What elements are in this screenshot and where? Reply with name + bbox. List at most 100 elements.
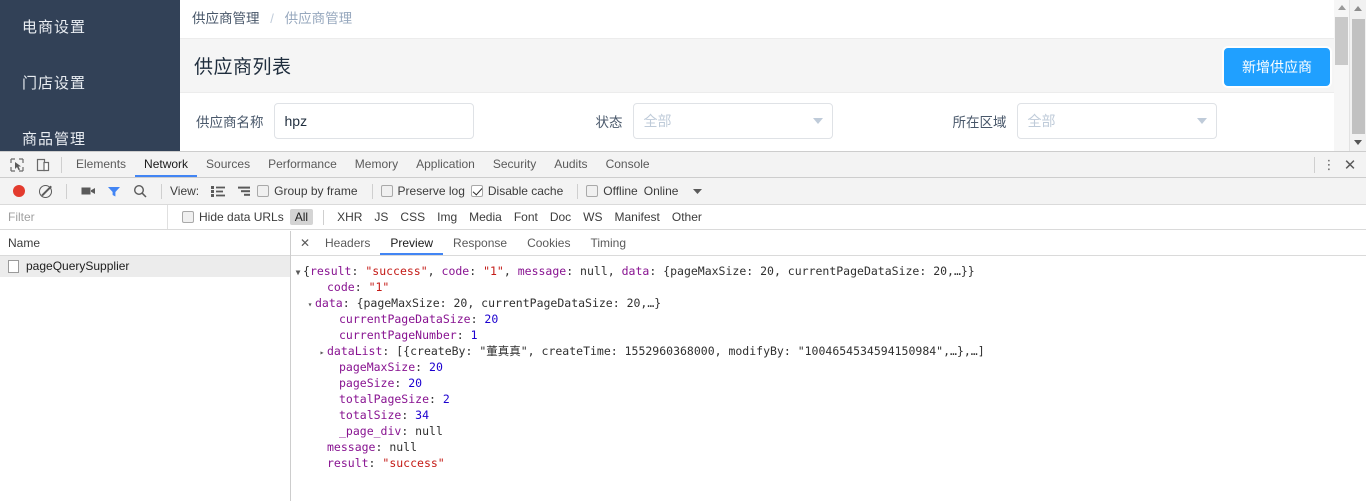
json-lines-container: code: "1" ▾ data: {pageMaxSize: 20, curren… bbox=[293, 279, 1366, 471]
json-key: totalSize bbox=[339, 408, 402, 422]
json-line[interactable]: currentPageNumber: 1 bbox=[293, 327, 1366, 343]
json-line[interactable]: _page_div: null bbox=[293, 423, 1366, 439]
preserve-log-checkbox[interactable]: Preserve log bbox=[380, 184, 465, 198]
offline-checkbox[interactable]: Offline bbox=[586, 184, 638, 198]
scroll-up-arrow-icon[interactable] bbox=[1338, 5, 1346, 10]
request-detail-pane: ✕ Headers Preview Response Cookies Timin… bbox=[291, 231, 1366, 501]
json-value: 20 bbox=[429, 360, 443, 374]
resource-type-js[interactable]: JS bbox=[369, 209, 393, 225]
resource-type-css[interactable]: CSS bbox=[395, 209, 430, 225]
throttling-chevron-down-icon[interactable] bbox=[684, 179, 710, 203]
tab-network[interactable]: Network bbox=[135, 152, 197, 177]
search-icon[interactable] bbox=[127, 179, 153, 203]
tab-console[interactable]: Console bbox=[597, 152, 659, 177]
sidebar-item-store-settings[interactable]: 门店设置 bbox=[0, 56, 180, 112]
toolbar-divider bbox=[66, 183, 67, 199]
json-line[interactable]: currentPageDataSize: 20 bbox=[293, 311, 1366, 327]
resource-type-manifest[interactable]: Manifest bbox=[610, 209, 665, 225]
close-detail-icon[interactable]: ✕ bbox=[295, 236, 315, 250]
json-value: "success" bbox=[365, 264, 428, 278]
supplier-name-input[interactable] bbox=[273, 103, 474, 139]
checkbox-icon bbox=[182, 211, 194, 223]
json-line[interactable]: message: null bbox=[293, 439, 1366, 455]
disable-cache-checkbox[interactable]: Disable cache bbox=[470, 184, 563, 198]
request-list-row[interactable]: pageQuerySupplier bbox=[0, 256, 290, 277]
record-button-icon[interactable] bbox=[6, 179, 32, 203]
json-line[interactable]: ▸ dataList: [{createBy: "董真真", createTime… bbox=[293, 343, 1366, 359]
json-key: dataList bbox=[327, 344, 383, 358]
throttling-select[interactable]: Online bbox=[644, 184, 679, 198]
status-select[interactable]: 全部 bbox=[632, 103, 833, 139]
filter-input[interactable] bbox=[0, 205, 168, 229]
request-list-column-name[interactable]: Name bbox=[0, 231, 290, 256]
tab-cookies[interactable]: Cookies bbox=[517, 231, 580, 255]
tab-sources[interactable]: Sources bbox=[197, 152, 259, 177]
tab-performance[interactable]: Performance bbox=[259, 152, 346, 177]
resource-type-font[interactable]: Font bbox=[509, 209, 543, 225]
json-line[interactable]: pageSize: 20 bbox=[293, 375, 1366, 391]
json-colon: : bbox=[470, 312, 485, 326]
inner-scrollbar-thumb[interactable] bbox=[1335, 17, 1348, 65]
disclosure-triangle-closed-icon[interactable]: ▸ bbox=[317, 345, 327, 361]
tab-elements[interactable]: Elements bbox=[67, 152, 135, 177]
more-options-icon[interactable]: ⋮ bbox=[1320, 158, 1338, 171]
inner-page-scrollbar[interactable] bbox=[1334, 0, 1349, 151]
capture-screenshots-icon[interactable] bbox=[75, 179, 101, 203]
region-select[interactable]: 全部 bbox=[1016, 103, 1217, 139]
tab-timing[interactable]: Timing bbox=[580, 231, 636, 255]
resource-type-all[interactable]: All bbox=[289, 209, 314, 225]
clear-button-icon[interactable] bbox=[32, 179, 58, 203]
tab-application[interactable]: Application bbox=[407, 152, 484, 177]
app-main-content: 供应商管理 / 供应商管理 供应商列表 新增供应商 供应商名称 状态 全部 bbox=[180, 0, 1366, 151]
json-colon: : bbox=[354, 280, 369, 294]
resource-type-media[interactable]: Media bbox=[464, 209, 507, 225]
json-root-line[interactable]: ▼ {result: "success", code: "1", message:… bbox=[293, 263, 1366, 279]
sidebar-item-product-management[interactable]: 商品管理 bbox=[0, 112, 180, 151]
json-key: totalPageSize bbox=[339, 392, 430, 406]
preserve-log-label: Preserve log bbox=[397, 184, 465, 198]
json-value: null bbox=[389, 440, 418, 454]
sidebar-item-ecommerce-settings[interactable]: 电商设置 bbox=[0, 0, 180, 56]
add-supplier-button[interactable]: 新增供应商 bbox=[1224, 48, 1330, 86]
devtools-panel: Elements Network Sources Performance Mem… bbox=[0, 151, 1366, 501]
json-line[interactable]: result: "success" bbox=[293, 455, 1366, 471]
resource-type-doc[interactable]: Doc bbox=[545, 209, 576, 225]
tab-headers[interactable]: Headers bbox=[315, 231, 380, 255]
json-line[interactable]: totalSize: 34 bbox=[293, 407, 1366, 423]
json-key: data bbox=[315, 296, 343, 310]
group-by-frame-checkbox[interactable]: Group by frame bbox=[257, 184, 358, 198]
close-devtools-icon[interactable]: ✕ bbox=[1338, 156, 1362, 174]
hide-data-urls-checkbox[interactable]: Hide data URLs bbox=[182, 210, 284, 224]
disclosure-triangle-open-icon[interactable]: ▼ bbox=[293, 265, 303, 281]
resource-type-ws[interactable]: WS bbox=[578, 209, 607, 225]
json-colon: : bbox=[375, 440, 390, 454]
json-line[interactable]: ▾ data: {pageMaxSize: 20, currentPageData… bbox=[293, 295, 1366, 311]
json-line[interactable]: code: "1" bbox=[293, 279, 1366, 295]
resource-type-other[interactable]: Other bbox=[667, 209, 707, 225]
scroll-up-arrow-icon[interactable] bbox=[1350, 0, 1366, 17]
filter-funnel-icon[interactable] bbox=[101, 179, 127, 203]
resource-type-xhr[interactable]: XHR bbox=[332, 209, 367, 225]
group-by-frame-label: Group by frame bbox=[274, 184, 358, 198]
json-line[interactable]: totalPageSize: 2 bbox=[293, 391, 1366, 407]
list-view-icon[interactable] bbox=[205, 179, 231, 203]
view-label: View: bbox=[170, 184, 200, 198]
json-value: [{createBy: "董真真", createTime: 155296036… bbox=[396, 344, 985, 358]
tab-memory[interactable]: Memory bbox=[346, 152, 407, 177]
tab-audits[interactable]: Audits bbox=[545, 152, 596, 177]
disclosure-triangle-open-icon[interactable]: ▾ bbox=[305, 297, 315, 313]
tab-response[interactable]: Response bbox=[443, 231, 517, 255]
waterfall-view-icon[interactable] bbox=[231, 179, 257, 203]
inspect-element-icon[interactable] bbox=[4, 153, 30, 177]
json-line[interactable]: pageMaxSize: 20 bbox=[293, 359, 1366, 375]
breadcrumb-item-sub[interactable]: 供应商管理 bbox=[285, 11, 353, 26]
scroll-down-arrow-icon[interactable] bbox=[1350, 134, 1366, 151]
page-scrollbar-thumb[interactable] bbox=[1352, 19, 1365, 141]
tab-preview[interactable]: Preview bbox=[380, 231, 443, 255]
toggle-device-toolbar-icon[interactable] bbox=[30, 153, 56, 177]
region-select-value: 全部 bbox=[1027, 113, 1056, 129]
breadcrumb-item-current[interactable]: 供应商管理 bbox=[192, 11, 260, 26]
tab-security[interactable]: Security bbox=[484, 152, 545, 177]
resource-type-img[interactable]: Img bbox=[432, 209, 462, 225]
browser-page-scrollbar[interactable] bbox=[1349, 0, 1366, 151]
